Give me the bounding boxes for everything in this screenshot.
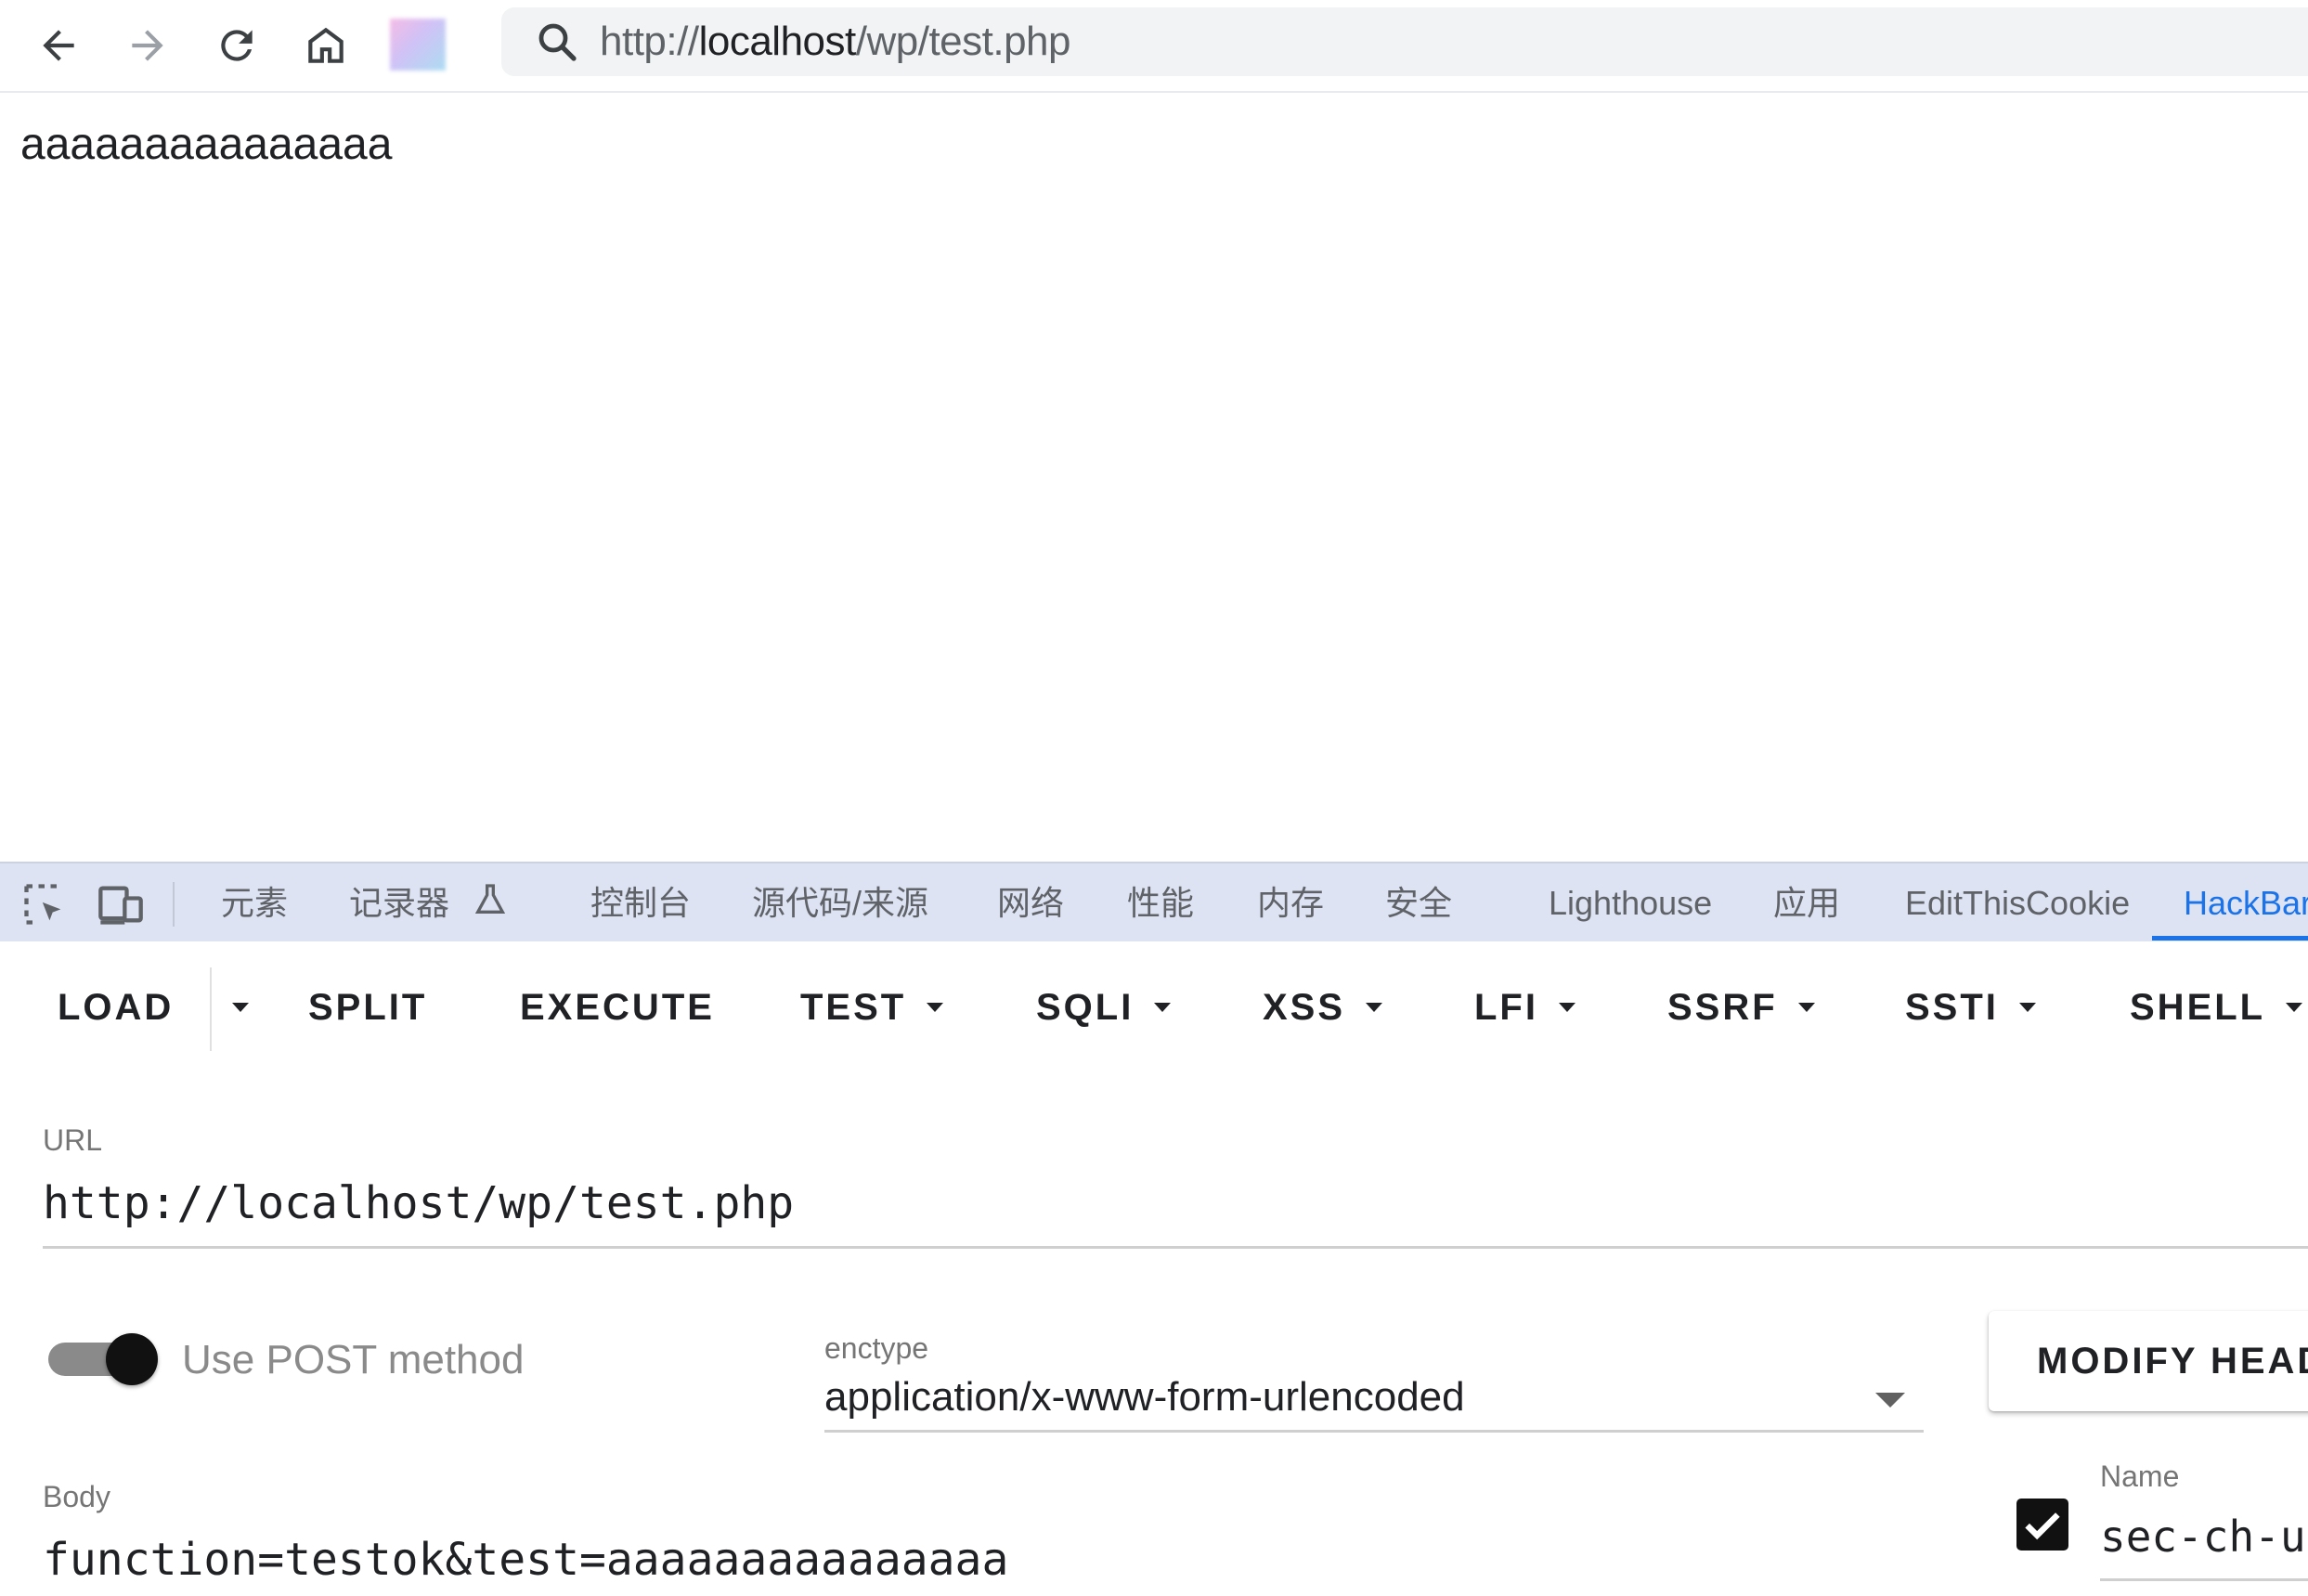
lfi-label: LFI — [1474, 986, 1538, 1028]
body-field-label: Body — [43, 1480, 110, 1513]
caret-down-icon — [1154, 1003, 1172, 1012]
caret-down-icon — [1558, 1003, 1575, 1012]
arrow-left-icon — [43, 30, 74, 61]
toggle-knob — [106, 1333, 158, 1385]
caret-down-icon — [232, 1003, 249, 1012]
ssrf-label: SSRF — [1667, 986, 1778, 1028]
url-field-label: URL — [43, 1123, 103, 1157]
shell-label: SHELL — [2130, 986, 2266, 1028]
test-menu-button[interactable]: TEST — [800, 975, 944, 1040]
split-button[interactable]: SPLIT — [308, 975, 427, 1040]
modify-headers-label: MODIFY HEAD — [2037, 1340, 2308, 1382]
browser-toolbar: http://localhost/wp/test.php — [0, 0, 2308, 93]
tab-hackbar[interactable]: HackBar — [2184, 863, 2308, 943]
xss-label: XSS — [1263, 986, 1346, 1028]
load-dropdown-button[interactable] — [212, 975, 249, 1040]
forward-button[interactable] — [115, 13, 180, 78]
home-icon — [308, 27, 344, 63]
reload-button[interactable] — [204, 13, 269, 78]
enctype-label: enctype — [824, 1331, 929, 1365]
caret-down-icon — [927, 1003, 944, 1012]
extension-icon[interactable] — [390, 19, 446, 71]
caret-down-icon — [2018, 1003, 2036, 1012]
load-button[interactable]: LOAD — [58, 975, 174, 1040]
url-input-underline — [43, 1246, 2308, 1249]
back-button[interactable] — [26, 13, 91, 78]
url-host: localhost — [698, 19, 857, 64]
execute-button[interactable]: EXECUTE — [520, 975, 715, 1040]
caret-down-icon — [1797, 1003, 1815, 1012]
tab-strip-divider — [173, 882, 175, 927]
home-button[interactable] — [293, 13, 358, 78]
inspect-element-icon[interactable] — [20, 880, 69, 928]
caret-down-icon — [2286, 1003, 2303, 1012]
tab-security[interactable]: 安全 — [1385, 863, 1452, 943]
header-enable-checkbox[interactable] — [2016, 1499, 2068, 1551]
header-name-input[interactable]: sec-ch-u — [2100, 1512, 2306, 1562]
arrow-right-icon — [132, 30, 163, 61]
address-url: http://localhost/wp/test.php — [600, 19, 1071, 65]
tab-memory[interactable]: 内存 — [1257, 863, 1324, 943]
search-icon — [538, 23, 577, 61]
enctype-underline — [824, 1430, 1924, 1433]
xss-menu-button[interactable]: XSS — [1263, 975, 1383, 1040]
tab-editthiscookie[interactable]: EditThisCookie — [1905, 863, 2130, 943]
active-tab-indicator — [2152, 936, 2308, 941]
tab-recorder[interactable]: 记录器 — [349, 863, 509, 943]
ssrf-menu-button[interactable]: SSRF — [1667, 975, 1815, 1040]
load-label: LOAD — [58, 986, 175, 1028]
tab-application[interactable]: 应用 — [1773, 863, 1840, 943]
caret-down-icon — [1366, 1003, 1383, 1012]
tab-network[interactable]: 网络 — [997, 863, 1064, 943]
url-scheme: http:// — [600, 19, 699, 64]
tab-sources[interactable]: 源代码/来源 — [752, 863, 928, 943]
enctype-select[interactable]: application/x-www-form-urlencoded — [824, 1374, 1465, 1421]
checkmark-icon — [2025, 1512, 2060, 1540]
execute-label: EXECUTE — [520, 986, 715, 1028]
url-input[interactable]: http://localhost/wp/test.php — [43, 1177, 794, 1229]
header-name-underline — [2100, 1578, 2308, 1581]
sqli-label: SQLI — [1036, 986, 1135, 1028]
flask-icon — [474, 884, 506, 914]
reload-icon — [221, 30, 253, 61]
ssti-menu-button[interactable]: SSTI — [1905, 975, 2036, 1040]
tab-lighthouse[interactable]: Lighthouse — [1549, 863, 1712, 943]
modify-headers-button[interactable]: MODIFY HEAD — [1989, 1311, 2308, 1411]
url-path: /wp/test.php — [855, 19, 1071, 64]
page-body-text: aaaaaaaaaaaaaaa — [20, 120, 393, 169]
tab-recorder-label: 记录器 — [349, 884, 450, 922]
body-input[interactable]: function=testok&test=aaaaaaaaaaaaaaa — [43, 1534, 1008, 1586]
hackbar-menu: LOAD SPLIT EXECUTE TEST SQLI XSS LFI SSR… — [0, 941, 2308, 1071]
dropdown-arrow-icon[interactable] — [1875, 1393, 1905, 1408]
devtools-tab-strip: 元素 记录器 控制台 源代码/来源 网络 性能 内存 安全 Lighthouse… — [0, 862, 2308, 943]
test-label: TEST — [800, 986, 907, 1028]
lfi-menu-button[interactable]: LFI — [1474, 975, 1575, 1040]
device-toolbar-icon[interactable] — [97, 880, 145, 928]
tab-elements[interactable]: 元素 — [221, 863, 288, 943]
shell-menu-button[interactable]: SHELL — [2130, 975, 2303, 1040]
post-method-toggle[interactable] — [48, 1333, 158, 1385]
address-bar[interactable]: http://localhost/wp/test.php — [501, 7, 2308, 76]
tab-performance[interactable]: 性能 — [1127, 863, 1194, 943]
sqli-menu-button[interactable]: SQLI — [1036, 975, 1172, 1040]
tab-console[interactable]: 控制台 — [590, 863, 691, 943]
header-name-label: Name — [2100, 1460, 2180, 1493]
split-label: SPLIT — [308, 986, 428, 1028]
post-method-label: Use POST method — [182, 1337, 525, 1382]
ssti-label: SSTI — [1905, 986, 1999, 1028]
